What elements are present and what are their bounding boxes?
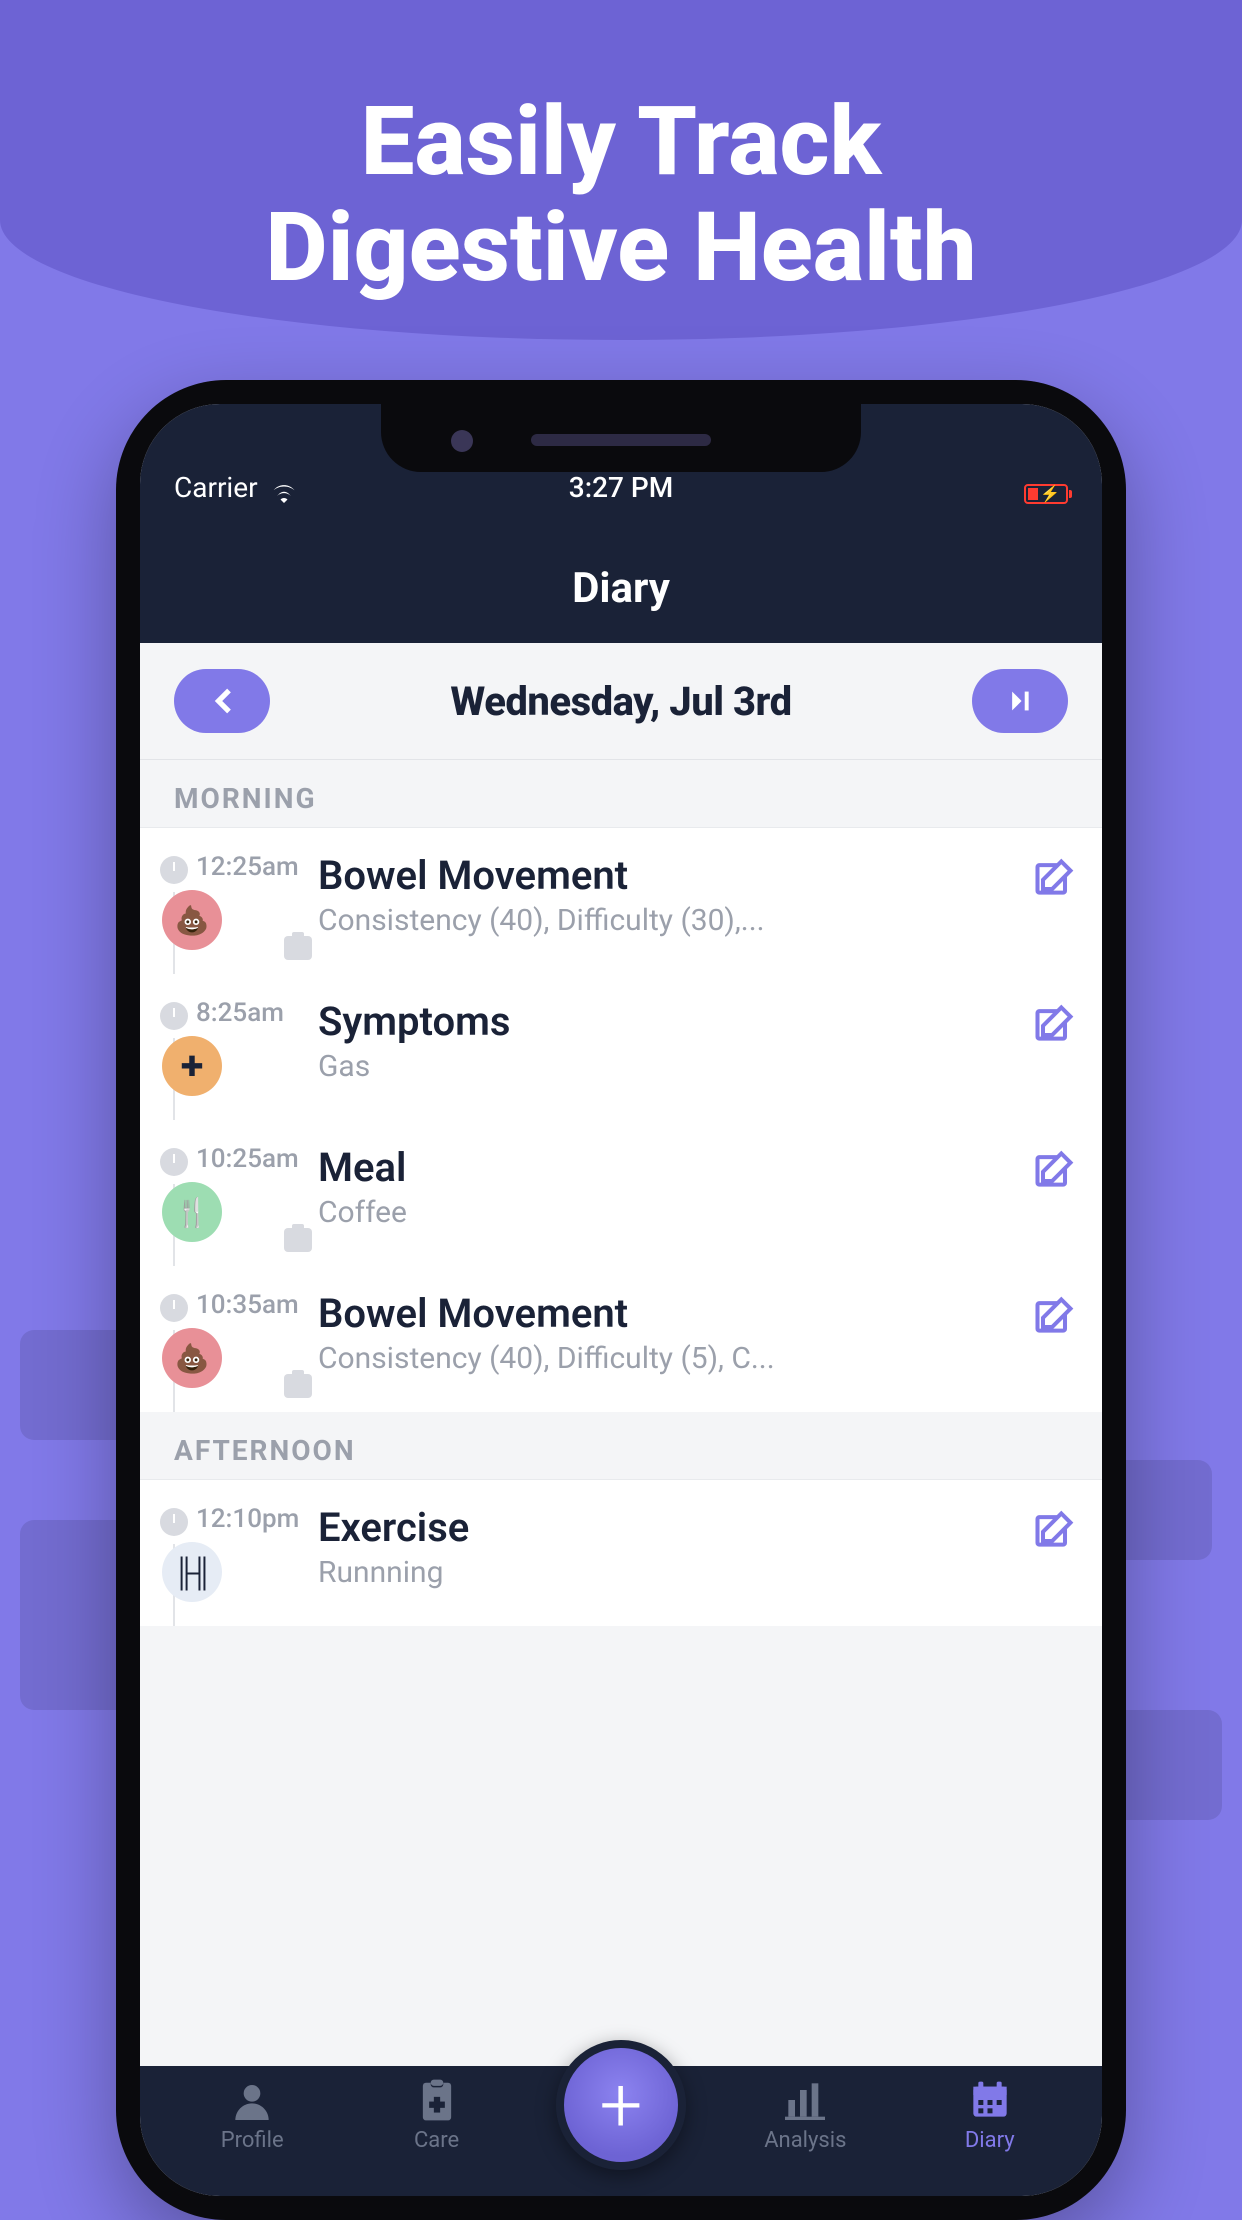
skip-next-icon xyxy=(1009,687,1031,715)
entry-title: Symptoms xyxy=(318,998,1032,1045)
add-entry-button[interactable]: + xyxy=(556,2040,686,2170)
clock-icon xyxy=(160,1002,188,1030)
entry-time: 10:25am xyxy=(196,1144,300,1174)
entry-title: Exercise xyxy=(318,1504,1032,1551)
section-header: AFTERNOON xyxy=(140,1412,1102,1480)
tab-analysis[interactable]: Analysis xyxy=(735,2078,875,2153)
clock-icon xyxy=(160,1148,188,1176)
diary-entry: 10:25am 🍴 Meal Coffee xyxy=(140,1120,1102,1266)
chart-icon xyxy=(783,2078,827,2122)
edit-entry-button[interactable] xyxy=(1032,1508,1076,1552)
prev-day-button[interactable] xyxy=(174,669,270,733)
page-title: Diary xyxy=(140,564,1102,643)
chevron-left-icon xyxy=(211,687,233,715)
tab-bar: Profile Care Analysis Diary xyxy=(140,2066,1102,2196)
current-date: Wednesday, Jul 3rd xyxy=(450,678,791,725)
edit-entry-button[interactable] xyxy=(1032,1148,1076,1192)
plus-icon: + xyxy=(600,2067,643,2143)
entry-subtitle: Runnning xyxy=(318,1555,1032,1590)
phone-notch xyxy=(381,404,861,472)
entry-time: 8:25am xyxy=(196,998,300,1028)
entry-time: 12:10pm xyxy=(196,1504,300,1534)
tab-label: Analysis xyxy=(764,2128,846,2153)
meal-icon: 🍴 xyxy=(162,1182,222,1242)
tab-care[interactable]: Care xyxy=(367,2078,507,2153)
entry-title: Bowel Movement xyxy=(318,852,1032,899)
date-navigator: Wednesday, Jul 3rd xyxy=(140,643,1102,760)
clipboard-icon xyxy=(415,2078,459,2122)
entry-subtitle: Gas xyxy=(318,1049,1032,1084)
entry-time: 10:35am xyxy=(196,1290,300,1320)
battery-icon: ⚡ xyxy=(1024,484,1068,504)
edit-entry-button[interactable] xyxy=(1032,1002,1076,1046)
bm-icon: 💩 xyxy=(162,1328,222,1388)
symptoms-icon: ✚ xyxy=(162,1036,222,1096)
entry-time: 12:25am xyxy=(196,852,300,882)
tab-diary[interactable]: Diary xyxy=(920,2078,1060,2153)
clock-icon xyxy=(160,1294,188,1322)
status-time: 3:27 PM xyxy=(569,471,673,504)
phone-frame: Carrier 3:27 PM ⚡ Diary Wednesday, Jul 3… xyxy=(116,380,1126,2220)
bm-icon: 💩 xyxy=(162,890,222,950)
wifi-icon xyxy=(270,477,298,499)
calendar-icon xyxy=(968,2078,1012,2122)
clock-icon xyxy=(160,856,188,884)
clock-icon xyxy=(160,1508,188,1536)
edit-entry-button[interactable] xyxy=(1032,1294,1076,1338)
tab-profile[interactable]: Profile xyxy=(182,2078,322,2153)
diary-entry: 8:25am ✚ Symptoms Gas xyxy=(140,974,1102,1120)
diary-entry: 12:10pm ╟╢ Exercise Runnning xyxy=(140,1480,1102,1626)
camera-icon xyxy=(284,1228,312,1252)
entry-subtitle: Coffee xyxy=(318,1195,1032,1230)
entry-title: Meal xyxy=(318,1144,1032,1191)
diary-entry: 10:35am 💩 Bowel Movement Consistency (40), … xyxy=(140,1266,1102,1412)
entry-subtitle: Consistency (40), Difficulty (5), C... xyxy=(318,1341,1032,1376)
carrier-label: Carrier xyxy=(174,471,258,504)
camera-icon xyxy=(284,1374,312,1398)
tab-label: Care xyxy=(414,2128,459,2153)
marketing-title: Easily Track Digestive Health xyxy=(0,0,1242,301)
entry-subtitle: Consistency (40), Difficulty (30),... xyxy=(318,903,1032,938)
exercise-icon: ╟╢ xyxy=(162,1542,222,1602)
tab-label: Diary xyxy=(965,2128,1015,2153)
tab-label: Profile xyxy=(221,2128,284,2153)
profile-icon xyxy=(230,2078,274,2122)
edit-entry-button[interactable] xyxy=(1032,856,1076,900)
next-day-button[interactable] xyxy=(972,669,1068,733)
camera-icon xyxy=(284,936,312,960)
diary-entry: 12:25am 💩 Bowel Movement Consistency (40), … xyxy=(140,828,1102,974)
entry-title: Bowel Movement xyxy=(318,1290,1032,1337)
section-header: MORNING xyxy=(140,760,1102,828)
